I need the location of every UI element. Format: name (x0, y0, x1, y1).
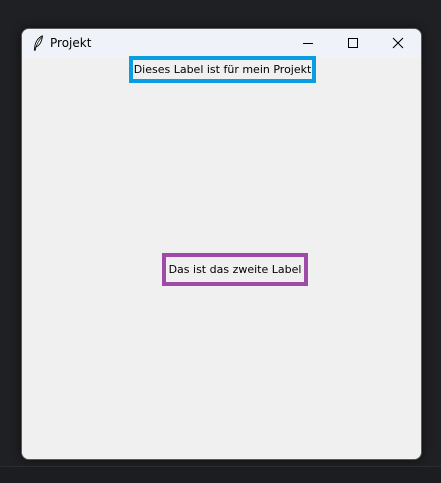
feather-icon (32, 35, 44, 51)
minimize-button[interactable] (285, 29, 331, 58)
second-label: Das ist das zweite Label (162, 253, 308, 286)
desktop: Projekt Dieses Label ist für mein Projek… (0, 0, 441, 483)
maximize-button[interactable] (330, 29, 376, 58)
second-label-text: Das ist das zweite Label (168, 263, 302, 276)
maximize-icon (347, 34, 359, 53)
close-icon (392, 34, 404, 53)
project-label: Dieses Label ist für mein Projekt (129, 56, 316, 83)
title-bar[interactable]: Projekt (22, 29, 421, 58)
taskbar (0, 466, 441, 483)
project-label-text: Dieses Label ist für mein Projekt (133, 63, 312, 76)
close-button[interactable] (375, 29, 421, 58)
window-title: Projekt (50, 36, 92, 50)
minimize-icon (302, 34, 314, 53)
app-window: Projekt Dieses Label ist für mein Projek… (21, 28, 422, 460)
window-content: Dieses Label ist für mein Projekt Das is… (22, 56, 421, 459)
